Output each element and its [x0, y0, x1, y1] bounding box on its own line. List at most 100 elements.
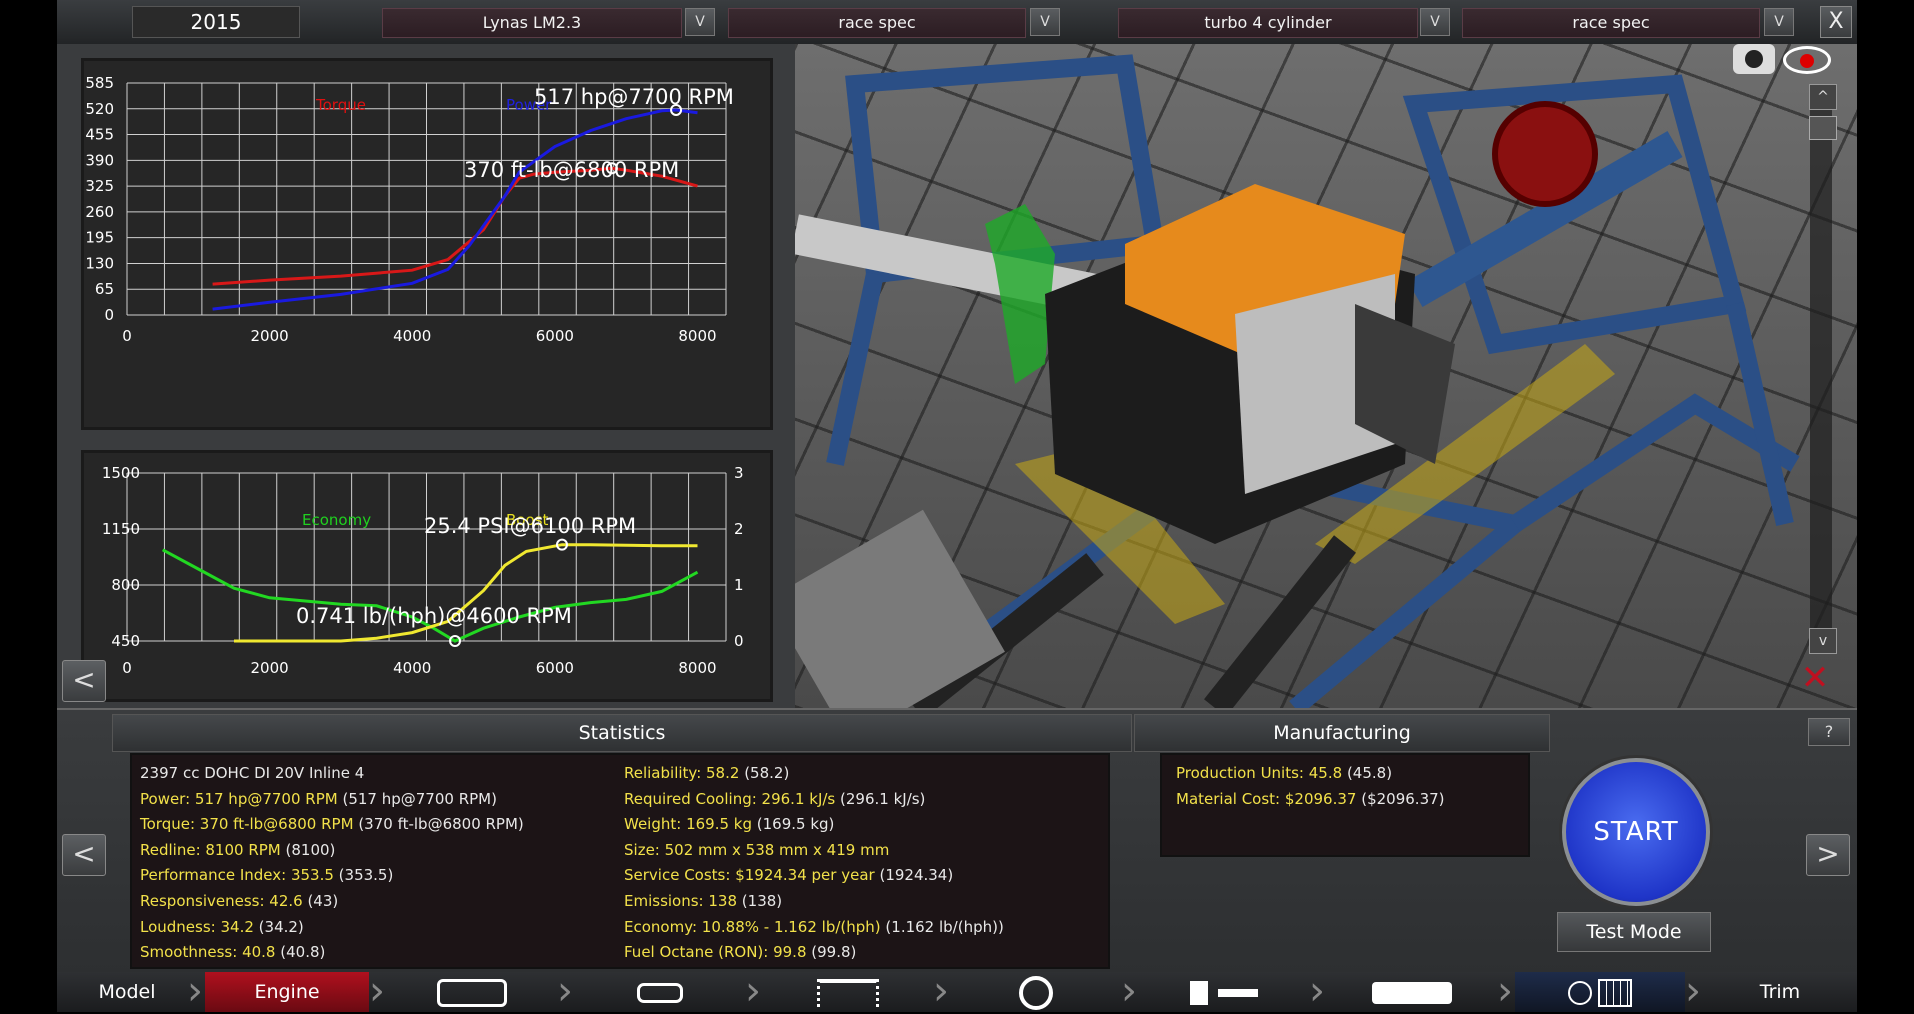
stat-base-value: (1924.34): [879, 866, 954, 885]
x-tick-label: 8000: [678, 327, 716, 345]
family-spec-dropdown-button[interactable]: V: [1030, 8, 1060, 36]
y-left-tick-label: 450: [111, 632, 140, 650]
turbo-icon: [1019, 975, 1053, 1010]
stat-row: Service Costs: $1924.34 per year (1924.3…: [624, 863, 953, 888]
zoom-in-button[interactable]: ^: [1809, 84, 1837, 110]
close-button[interactable]: X: [1820, 6, 1852, 38]
next-page-button[interactable]: >: [1806, 834, 1850, 876]
y-tick-label: 325: [85, 177, 114, 195]
stat-row: Emissions: 138 (138): [624, 889, 782, 914]
y-tick-label: 260: [85, 203, 114, 221]
family-dropdown[interactable]: Lynas LM2.3: [382, 8, 682, 38]
stat-base-value: (370 ft-lb@6800 RPM): [358, 815, 524, 834]
stat-row: Material Cost: $2096.37 ($2096.37): [1176, 787, 1445, 812]
manufacturing-box: Production Units: 45.8 (45.8) Material Co…: [1160, 753, 1530, 857]
help-button[interactable]: ?: [1808, 718, 1850, 746]
dyno-icon: [1598, 978, 1632, 1007]
camera-icon[interactable]: [1733, 44, 1775, 74]
tab-crank[interactable]: [575, 972, 745, 1012]
tab-heads[interactable]: [763, 972, 933, 1012]
y-axis-right-ticks: 0 1 2 3: [734, 464, 744, 650]
stat-label: Redline: 8100 RPM: [140, 840, 281, 859]
tab-trim[interactable]: Trim: [1703, 972, 1857, 1012]
economy-boost-chart: 450 800 1150 1500 0 1 2 3 0 2000 4000 6000 8000 Ec…: [81, 450, 773, 702]
zoom-out-button[interactable]: v: [1809, 628, 1837, 654]
power-torque-chart: 0 65 130 195 260 325 390 455 520 585 0 2000 4000 600…: [81, 58, 773, 430]
variant-dropdown[interactable]: turbo 4 cylinder: [1118, 8, 1418, 38]
y-right-tick-label: 1: [734, 576, 744, 594]
y-tick-label: 390: [85, 151, 114, 169]
tab-model[interactable]: Model: [57, 972, 197, 1012]
tab-turbo[interactable]: [951, 972, 1121, 1012]
y-tick-label: 455: [85, 126, 114, 144]
tab-engine[interactable]: Engine: [205, 972, 369, 1012]
variant-spec-dropdown-button[interactable]: V: [1764, 8, 1794, 36]
stat-row: Economy: 10.88% - 1.162 lb/(hph) (1.162 …: [624, 915, 1004, 940]
stat-row: Smoothness: 40.8 (40.8): [140, 940, 325, 965]
boost-peak-label: 25.4 PSI@6100 RPM: [424, 514, 636, 538]
stat-label: Weight: 169.5 kg: [624, 815, 752, 834]
x-axis-ticks: 0 2000 4000 6000 8000: [122, 327, 716, 345]
x-tick-label: 6000: [536, 659, 574, 677]
stat-base-value: (8100): [285, 840, 336, 859]
tab-fuel[interactable]: [1139, 972, 1309, 1012]
engine-3d-view[interactable]: ^ v ✕: [795, 44, 1857, 708]
legend-torque: Torque: [315, 96, 366, 114]
tab-dyno[interactable]: [1515, 972, 1685, 1012]
test-mode-button[interactable]: Test Mode: [1557, 912, 1711, 952]
stat-row: Performance Index: 353.5 (353.5): [140, 863, 393, 888]
tab-exhaust[interactable]: [1327, 972, 1497, 1012]
statistics-box: 2397 cc DOHC DI 20V Inline 4 Power: 517 …: [130, 753, 1110, 969]
y-tick-label: 585: [85, 74, 114, 92]
y-left-tick-label: 1150: [102, 520, 140, 538]
stat-base-value: ($2096.37): [1361, 789, 1445, 808]
stat-row: Production Units: 45.8 (45.8): [1176, 761, 1392, 786]
stat-base-value: (99.8): [811, 943, 857, 962]
y-axis-left-ticks: 450 800 1150 1500: [102, 464, 140, 650]
x-tick-label: 6000: [536, 327, 574, 345]
gauge-icon: [1568, 980, 1592, 1005]
stat-base-value: (517 hp@7700 RPM): [342, 789, 497, 808]
variant-spec-dropdown[interactable]: race spec: [1462, 8, 1760, 38]
y-right-tick-label: 2: [734, 520, 744, 538]
stat-label: Required Cooling: 296.1 kJ/s: [624, 789, 836, 808]
stat-label: Reliability: 58.2: [624, 764, 740, 782]
tab-block[interactable]: [387, 972, 557, 1012]
x-tick-label: 2000: [251, 659, 289, 677]
y-right-tick-label: 3: [734, 464, 744, 482]
y-axis-ticks: 0 65 130 195 260 325 390 455 520 585: [85, 74, 114, 324]
y-tick-label: 65: [95, 280, 114, 298]
family-dropdown-button[interactable]: V: [685, 8, 715, 36]
economy-best-label: 0.741 lb/(hph)@4600 RPM: [296, 604, 572, 628]
stat-label: Performance Index: 353.5: [140, 866, 334, 885]
stat-row: Redline: 8100 RPM (8100): [140, 838, 335, 863]
start-button[interactable]: START: [1562, 758, 1710, 906]
y-tick-label: 130: [85, 254, 114, 272]
stat-base-value: (45.8): [1346, 764, 1393, 782]
stat-label: Torque: 370 ft-lb@6800 RPM: [140, 815, 354, 834]
stat-base-value: (40.8): [280, 943, 326, 962]
previous-page-button[interactable]: <: [62, 834, 106, 876]
y-right-tick-label: 0: [734, 632, 744, 650]
power-torque-svg: 0 65 130 195 260 325 390 455 520 585 0 2000 4000 600…: [85, 74, 734, 345]
variant-dropdown-button[interactable]: V: [1420, 8, 1450, 36]
exhaust-icon: [1372, 981, 1452, 1004]
legend-economy: Economy: [302, 511, 371, 529]
injector-icon: [1218, 988, 1258, 997]
stat-base-value: (58.2): [744, 764, 790, 782]
zoom-slider-track[interactable]: [1810, 84, 1832, 644]
tab-separator: ›: [369, 968, 385, 1014]
y-tick-label: 195: [85, 229, 114, 247]
year-field[interactable]: 2015: [132, 6, 300, 38]
x-tick-label: 2000: [251, 327, 289, 345]
tab-separator: ›: [1121, 968, 1137, 1014]
collapse-charts-button[interactable]: <: [62, 660, 106, 702]
zoom-slider-handle[interactable]: [1809, 116, 1837, 140]
eye-icon[interactable]: [1783, 46, 1831, 74]
reset-view-icon[interactable]: ✕: [1793, 660, 1837, 696]
block-icon: [437, 978, 507, 1007]
family-spec-dropdown[interactable]: race spec: [728, 8, 1026, 38]
stat-base-value: (169.5 kg): [756, 815, 835, 834]
stat-label: Power: 517 hp@7700 RPM: [140, 789, 338, 808]
stat-row: Torque: 370 ft-lb@6800 RPM (370 ft-lb@68…: [140, 812, 524, 837]
